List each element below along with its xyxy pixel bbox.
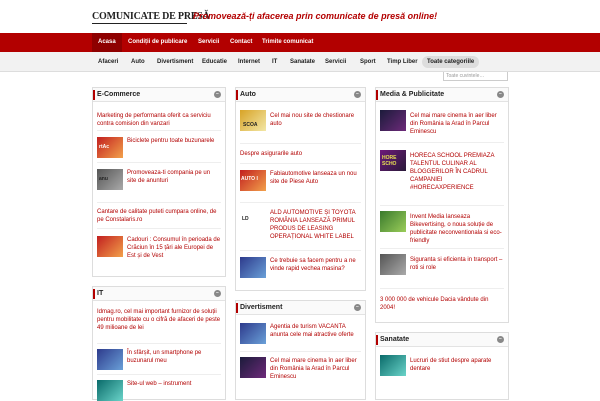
minus-circle-icon[interactable]: − bbox=[497, 91, 504, 98]
article-thumbnail[interactable] bbox=[380, 355, 406, 376]
list-item[interactable]: În sfârșit, un smartphone pe buzunarul m… bbox=[127, 349, 221, 365]
article-thumbnail[interactable]: rtAc bbox=[97, 137, 123, 158]
box-auto: Auto − SCOA Cel mai nou site de chestiona… bbox=[235, 87, 366, 291]
site-logo[interactable]: COMUNICATE DE PRESĂ bbox=[92, 10, 210, 24]
thumbnail-text: HORE SCHO bbox=[382, 155, 397, 167]
thumbnail-text: anu bbox=[99, 176, 108, 182]
box-title-label: Sanatate bbox=[380, 336, 410, 343]
list-item[interactable]: Agentia de turism VACANTA anunta cele ma… bbox=[270, 323, 361, 339]
category-navigation: Afaceri Auto Divertisment Educatie Inter… bbox=[0, 52, 600, 72]
article-thumbnail[interactable]: AUTO I bbox=[240, 170, 266, 191]
box-title: Auto − bbox=[236, 88, 365, 102]
box-title-label: IT bbox=[97, 290, 104, 297]
cat-sanatate[interactable]: Sanatate bbox=[290, 56, 315, 68]
cat-afaceri[interactable]: Afaceri bbox=[98, 56, 118, 68]
cat-educatie[interactable]: Educatie bbox=[202, 56, 227, 68]
nav-conditii[interactable]: Condiții de publicare bbox=[122, 33, 193, 52]
article-thumbnail[interactable]: anu bbox=[97, 169, 123, 190]
list-item[interactable]: Promoveaza-ti compania pe un site de anu… bbox=[127, 169, 221, 185]
list-item[interactable]: ALD AUTOMOTIVE ȘI TOYOTA ROMÂNIA LANSEAZ… bbox=[270, 209, 361, 241]
cat-servicii[interactable]: Servicii bbox=[325, 56, 346, 68]
box-title: E-Commerce − bbox=[93, 88, 225, 102]
cat-it[interactable]: IT bbox=[272, 56, 277, 68]
list-item[interactable]: Cel mai mare cinema în aer liber din Rom… bbox=[410, 112, 504, 136]
list-item[interactable]: Siguranta si eficienta in transport – ro… bbox=[410, 256, 504, 272]
article-thumbnail[interactable] bbox=[240, 323, 266, 344]
list-item[interactable]: Cel mai nou site de chestionare auto bbox=[270, 112, 361, 128]
cat-internet[interactable]: Internet bbox=[238, 56, 260, 68]
list-item[interactable]: Biciclete pentru toate buzunarele bbox=[127, 137, 221, 145]
box-title-label: Divertisment bbox=[240, 304, 283, 311]
nav-servicii[interactable]: Servicii bbox=[192, 33, 225, 52]
box-title: Media & Publicitate − bbox=[376, 88, 508, 102]
thumbnail-text: LD bbox=[242, 216, 249, 222]
site-tagline: Promovează-ți afacerea prin comunicate d… bbox=[193, 11, 438, 21]
cat-toate[interactable]: Toate categoriile bbox=[422, 56, 480, 68]
article-thumbnail[interactable] bbox=[97, 236, 123, 257]
thumbnail-text: SCOA bbox=[243, 122, 258, 128]
minus-circle-icon[interactable]: − bbox=[497, 336, 504, 343]
minus-circle-icon[interactable]: − bbox=[214, 91, 221, 98]
site-header: COMUNICATE DE PRESĂ Promovează-ți afacer… bbox=[0, 0, 600, 32]
list-item[interactable]: Idmag.ro, cel mai important furnizor de … bbox=[97, 308, 221, 332]
article-thumbnail[interactable] bbox=[97, 380, 123, 401]
box-sanatate: Sanatate − Lucruri de stiut despre aparat… bbox=[375, 332, 509, 400]
minus-circle-icon[interactable]: − bbox=[214, 290, 221, 297]
box-divertisment: Divertisment − Agentia de turism VACANTA … bbox=[235, 300, 366, 400]
box-title: Sanatate − bbox=[376, 333, 508, 347]
box-title: IT − bbox=[93, 287, 225, 301]
thumbnail-text: rtAc bbox=[99, 144, 110, 150]
article-thumbnail[interactable]: SCOA bbox=[240, 110, 266, 131]
list-item[interactable]: Ce trebuie sa facem pentru a ne vinde ra… bbox=[270, 257, 361, 273]
article-thumbnail[interactable]: HORE SCHO bbox=[380, 150, 406, 171]
nav-trimite-comunicat[interactable]: Trimite comunicat bbox=[256, 33, 319, 52]
minus-circle-icon[interactable]: − bbox=[354, 304, 361, 311]
list-item[interactable]: HORECA SCHOOL PREMIAZA TALENTUL CULINAR … bbox=[410, 152, 504, 192]
list-item[interactable]: Cel mai mare cinema în aer liber din Rom… bbox=[270, 357, 361, 381]
cat-timp-liber[interactable]: Timp Liber bbox=[387, 56, 418, 68]
search-input[interactable]: Toate cuvintele… bbox=[443, 71, 508, 81]
list-item[interactable]: Site-ul web – instrument bbox=[127, 380, 221, 388]
cat-sport[interactable]: Sport bbox=[360, 56, 376, 68]
list-item[interactable]: Despre asigurarile auto bbox=[240, 150, 361, 158]
nav-acasa[interactable]: Acasa bbox=[92, 33, 122, 52]
article-thumbnail[interactable] bbox=[240, 357, 266, 378]
box-title-label: E-Commerce bbox=[97, 91, 141, 98]
box-ecommerce: E-Commerce − Marketing de performanta ofe… bbox=[92, 87, 226, 277]
box-it: IT − Idmag.ro, cel mai important furnizor… bbox=[92, 286, 226, 401]
cat-auto[interactable]: Auto bbox=[131, 56, 145, 68]
box-media-publicitate: Media & Publicitate − Cel mai mare cinema… bbox=[375, 87, 509, 323]
main-navigation: Acasa Condiții de publicare Servicii Con… bbox=[0, 33, 600, 81]
article-thumbnail[interactable] bbox=[97, 349, 123, 370]
list-item[interactable]: Cadouri : Consumul în perioada de Crăciu… bbox=[127, 236, 221, 260]
box-title: Divertisment − bbox=[236, 301, 365, 315]
list-item[interactable]: Cantare de calitate puteti cumpara onlin… bbox=[97, 208, 221, 224]
minus-circle-icon[interactable]: − bbox=[354, 91, 361, 98]
list-item[interactable]: Lucruri de stiut despre aparate dentare bbox=[410, 357, 504, 373]
article-thumbnail[interactable]: LD bbox=[240, 209, 266, 230]
list-item[interactable]: Marketing de performanta oferit ca servi… bbox=[97, 112, 221, 128]
cat-divertisment[interactable]: Divertisment bbox=[157, 56, 193, 68]
article-thumbnail[interactable] bbox=[240, 257, 266, 278]
article-thumbnail[interactable] bbox=[380, 211, 406, 232]
article-thumbnail[interactable] bbox=[380, 110, 406, 131]
list-item[interactable]: Invent Media lanseaza Bikevertising, o n… bbox=[410, 213, 504, 245]
thumbnail-text: AUTO I bbox=[241, 176, 258, 182]
box-title-label: Auto bbox=[240, 91, 256, 98]
article-thumbnail[interactable] bbox=[380, 254, 406, 275]
nav-contact[interactable]: Contact bbox=[224, 33, 258, 52]
box-title-label: Media & Publicitate bbox=[380, 91, 445, 98]
list-item[interactable]: Fabiautomotive lanseaza un nou site de P… bbox=[270, 170, 361, 186]
list-item[interactable]: 3 000 000 de vehicule Dacia vândute din … bbox=[380, 296, 504, 312]
